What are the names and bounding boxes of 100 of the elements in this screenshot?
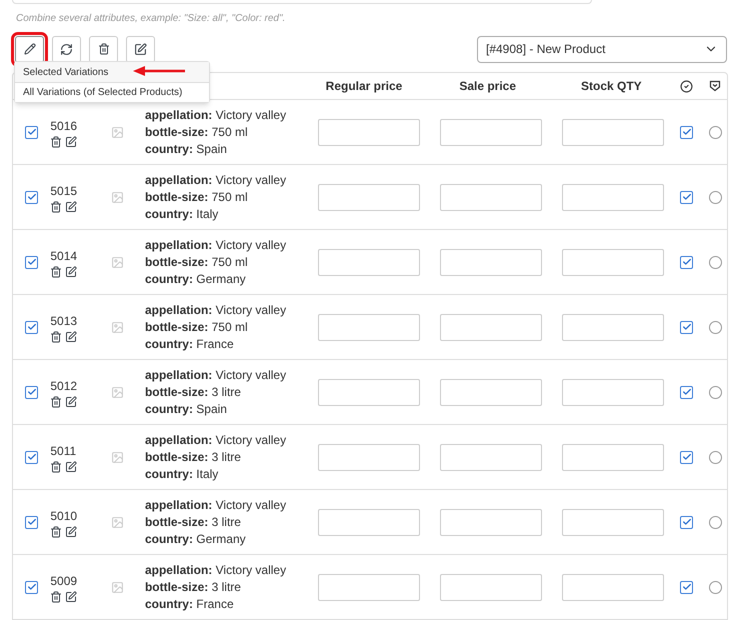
price-field[interactable] xyxy=(562,574,664,600)
attribute-text: country: Spain xyxy=(144,140,228,158)
checkbox[interactable] xyxy=(680,386,694,398)
image-placeholder-icon[interactable] xyxy=(110,450,124,464)
edit-icon[interactable] xyxy=(65,266,78,278)
trash-icon[interactable] xyxy=(50,590,62,602)
checkbox[interactable] xyxy=(25,580,38,594)
price-field[interactable] xyxy=(440,248,542,276)
checkbox[interactable] xyxy=(25,126,38,138)
checkbox[interactable] xyxy=(680,190,694,204)
arrow-icon xyxy=(133,65,185,77)
checkbox[interactable] xyxy=(680,126,694,138)
image-placeholder-icon[interactable] xyxy=(110,256,124,268)
price-field[interactable] xyxy=(440,378,542,406)
price-field[interactable] xyxy=(440,118,542,146)
edit-icon[interactable] xyxy=(65,330,78,342)
toolbar-button[interactable] xyxy=(126,36,155,62)
price-field[interactable] xyxy=(318,444,420,470)
price-field[interactable] xyxy=(562,314,664,340)
checkbox[interactable] xyxy=(25,320,38,334)
price-field[interactable] xyxy=(562,118,664,146)
image-placeholder-icon[interactable] xyxy=(110,320,124,334)
variation-id: 5009 xyxy=(50,572,78,590)
image-placeholder-icon[interactable] xyxy=(110,126,124,138)
menu-item[interactable]: Selected Variations xyxy=(15,62,209,82)
image-placeholder-icon[interactable] xyxy=(110,386,124,398)
attribute-text: appellation: Victory valley xyxy=(144,432,288,448)
radio-button[interactable] xyxy=(708,580,722,594)
edit-icon[interactable] xyxy=(65,200,78,212)
attribute-text: appellation: Victory valley xyxy=(144,496,288,514)
trash-icon[interactable] xyxy=(50,200,62,212)
edit-icon[interactable] xyxy=(65,136,78,148)
attribute-text: bottle-size: 3 litre xyxy=(144,448,242,466)
image-placeholder-icon[interactable] xyxy=(110,516,124,528)
attribute-text: bottle-size: 750 ml xyxy=(144,124,249,140)
price-field[interactable] xyxy=(318,248,420,276)
attribute-text: appellation: Victory valley xyxy=(144,236,288,254)
attribute-text: appellation: Victory valley xyxy=(144,302,288,318)
image-placeholder-icon[interactable] xyxy=(110,190,124,204)
price-field[interactable] xyxy=(318,508,420,536)
radio-button[interactable] xyxy=(708,450,722,464)
checkbox[interactable] xyxy=(25,450,38,464)
edit-icon[interactable] xyxy=(65,396,78,408)
radio-button[interactable] xyxy=(708,190,722,204)
trash-icon[interactable] xyxy=(50,136,62,148)
edit-icon[interactable] xyxy=(65,526,78,538)
attribute-text: bottle-size: 750 ml xyxy=(144,188,249,206)
price-field[interactable] xyxy=(440,574,542,600)
price-field[interactable] xyxy=(318,118,420,146)
checkbox[interactable] xyxy=(680,450,694,464)
price-field[interactable] xyxy=(318,378,420,406)
variation-id: 5010 xyxy=(50,508,78,524)
price-field[interactable] xyxy=(562,248,664,276)
trash-icon xyxy=(98,43,110,55)
price-field[interactable] xyxy=(440,184,542,210)
variation-id: 5016 xyxy=(50,118,78,134)
price-field[interactable] xyxy=(562,184,664,210)
checkbox[interactable] xyxy=(25,256,38,268)
radio-button[interactable] xyxy=(708,126,722,138)
trash-icon[interactable] xyxy=(50,460,62,472)
product-select[interactable]: [#4908] - New Product xyxy=(477,36,727,62)
trash-icon[interactable] xyxy=(50,266,62,278)
edit-icon[interactable] xyxy=(65,460,78,472)
price-field[interactable] xyxy=(562,378,664,406)
edit-icon[interactable] xyxy=(65,590,78,602)
toolbar-button[interactable] xyxy=(52,36,81,62)
price-field[interactable] xyxy=(562,508,664,536)
attribute-text: country: Germany xyxy=(144,530,247,548)
image-placeholder-icon[interactable] xyxy=(110,580,124,594)
column-header: Sale price xyxy=(459,78,516,95)
price-field[interactable] xyxy=(440,508,542,536)
radio-button[interactable] xyxy=(708,256,722,268)
variation-id: 5013 xyxy=(50,312,78,330)
radio-button[interactable] xyxy=(708,320,722,334)
price-field[interactable] xyxy=(318,574,420,600)
hint-text: Combine several attributes, example: "Size: all", "Color: red". xyxy=(16,12,286,26)
checkbox[interactable] xyxy=(680,580,694,594)
trash-icon[interactable] xyxy=(50,396,62,408)
trash-icon[interactable] xyxy=(50,330,62,342)
checkbox[interactable] xyxy=(25,386,38,398)
checkbox[interactable] xyxy=(680,320,694,334)
menu-item[interactable]: All Variations (of Selected Products) xyxy=(15,82,209,102)
price-field[interactable] xyxy=(440,444,542,470)
checkbox[interactable] xyxy=(25,516,38,528)
attribute-text: country: France xyxy=(144,336,235,352)
price-field[interactable] xyxy=(318,314,420,340)
checkbox[interactable] xyxy=(680,256,694,268)
radio-button[interactable] xyxy=(708,386,722,398)
price-field[interactable] xyxy=(440,314,542,340)
radio-button[interactable] xyxy=(708,516,722,528)
price-field[interactable] xyxy=(318,184,420,210)
toolbar-button[interactable] xyxy=(89,36,118,62)
trash-icon[interactable] xyxy=(50,526,62,538)
checkbox[interactable] xyxy=(680,516,694,528)
checkbox[interactable] xyxy=(25,190,38,204)
attribute-text: country: France xyxy=(144,596,235,612)
attribute-text: appellation: Victory valley xyxy=(144,106,288,124)
refresh-icon xyxy=(60,42,73,56)
text-field[interactable] xyxy=(12,0,592,4)
price-field[interactable] xyxy=(562,444,664,470)
